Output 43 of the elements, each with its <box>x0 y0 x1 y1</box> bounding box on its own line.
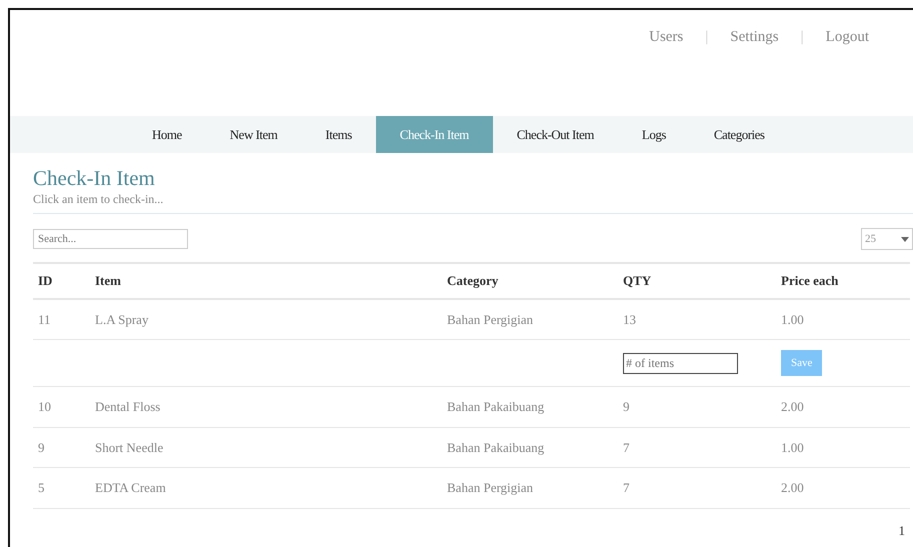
table-cell: 2.00 <box>776 386 910 428</box>
caret-icon <box>901 236 909 242</box>
separator: | <box>800 28 804 47</box>
table-cell: 10 <box>33 386 90 428</box>
table-cell: 1.00 <box>776 298 910 340</box>
table-cell: 13 <box>618 298 776 340</box>
table-cell: 11 <box>33 298 90 340</box>
top-link[interactable]: Settings <box>730 26 779 116</box>
table-cell: Short Needle <box>90 427 442 468</box>
separator: | <box>705 28 708 47</box>
nav-tab[interactable]: Check-Out Item <box>492 116 618 153</box>
search-field[interactable]: Search... <box>33 229 188 250</box>
table-cell: Bahan Pakaibuang <box>442 427 618 468</box>
page-link[interactable]: 1 <box>898 522 905 538</box>
table-cell: 9 <box>33 427 90 468</box>
column-header: QTY <box>618 263 776 299</box>
table-cell: 5 <box>33 468 90 508</box>
table-cell: 7 <box>618 468 776 508</box>
nav-tab[interactable]: Logs <box>618 116 690 153</box>
table-cell: 9 <box>618 386 776 428</box>
table-cell: 1.00 <box>776 427 910 468</box>
table-cell: L.A Spray <box>90 298 442 340</box>
table-cell: 2.00 <box>776 468 910 508</box>
column-header: ID <box>33 263 90 299</box>
table-cell: Dental Floss <box>90 386 442 428</box>
page-title: Check-In Item <box>33 167 156 190</box>
top-link[interactable]: Logout <box>826 26 869 116</box>
table-cell: 7 <box>618 427 776 468</box>
page-size-value: 25 <box>865 232 876 247</box>
table-cell: Bahan Pergigian <box>442 298 618 340</box>
nav-tab[interactable]: New Item <box>206 116 302 153</box>
nav-tab[interactable]: Home <box>128 116 206 153</box>
nav-tab[interactable]: Items <box>301 116 376 153</box>
column-header: Category <box>442 263 618 299</box>
table-cell: Bahan Pakaibuang <box>442 386 618 428</box>
table-cell: Bahan Pergigian <box>442 468 618 508</box>
quantity-field[interactable]: # of items <box>623 352 738 374</box>
page-subtitle: Click an item to check-in... <box>33 191 164 208</box>
nav-tab[interactable]: Categories <box>690 116 788 153</box>
top-link[interactable]: Users <box>649 26 684 116</box>
column-header: Price each <box>776 263 910 299</box>
column-header: Item <box>90 263 442 299</box>
table-cell: EDTA Cream <box>90 468 442 508</box>
